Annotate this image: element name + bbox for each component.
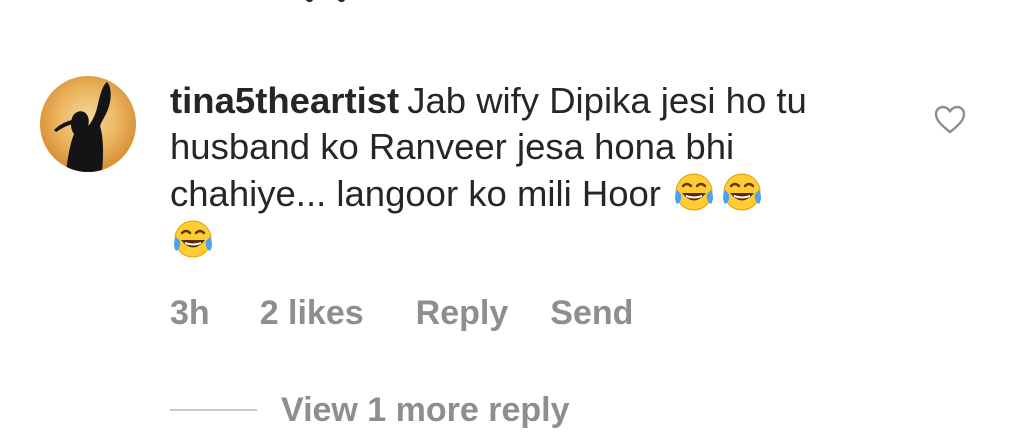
likes-count[interactable]: 2 likes	[260, 292, 364, 334]
comment-actions: 3h 2 likes Reply Send	[170, 292, 681, 334]
comment-body: tina5theartist Jab wify Dipika jesi ho tu…	[170, 78, 890, 264]
face-with-tears-of-joy-icon	[174, 220, 212, 258]
avatar[interactable]	[40, 76, 136, 172]
reply-button[interactable]: Reply	[416, 292, 509, 334]
previous-content-fragment	[300, 0, 360, 4]
face-with-tears-of-joy-icon	[723, 173, 762, 211]
view-more-replies-button[interactable]: View 1 more reply	[170, 388, 570, 432]
send-button[interactable]: Send	[550, 292, 633, 334]
comment-username[interactable]: tina5theartist	[170, 80, 399, 121]
comment-timestamp: 3h	[170, 294, 210, 332]
view-more-replies-label: View 1 more reply	[281, 390, 570, 429]
face-with-tears-of-joy-icon	[675, 173, 714, 211]
heart-outline-icon[interactable]	[933, 104, 967, 136]
replies-divider	[170, 409, 257, 411]
silhouette-avatar-icon	[40, 76, 136, 172]
